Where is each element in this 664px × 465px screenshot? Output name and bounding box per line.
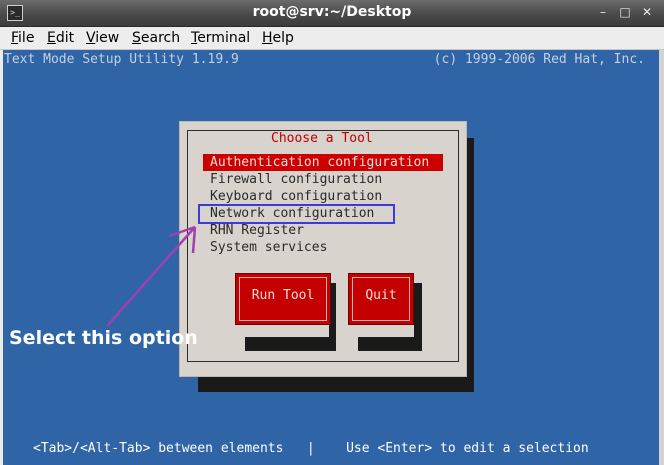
minimize-icon[interactable]: –: [595, 4, 611, 20]
arrow-head-left: [191, 226, 197, 254]
window-title: root@srv:~/Desktop: [252, 4, 412, 20]
menu-help-mnemonic: H: [262, 30, 273, 46]
menu-search-label: earch: [140, 30, 181, 46]
menu-file-label: ile: [18, 30, 35, 46]
terminal-scrollbar[interactable]: [659, 50, 664, 465]
menu-bar: File Edit View Search Terminal Help: [0, 27, 664, 50]
arrow-shaft: [106, 226, 196, 327]
menu-terminal-label: erminal: [197, 30, 251, 46]
annotation-label: Select this option: [9, 327, 198, 349]
close-icon[interactable]: ✕: [639, 4, 655, 20]
menu-file[interactable]: File: [11, 30, 34, 46]
menu-edit-mnemonic: E: [47, 30, 56, 46]
menu-view-label: iew: [95, 30, 120, 46]
menu-search-mnemonic: S: [132, 30, 141, 46]
menu-help[interactable]: Help: [262, 30, 294, 46]
annotation-arrow-icon: [106, 225, 197, 327]
menu-view[interactable]: View: [86, 30, 119, 46]
menu-help-label: elp: [272, 30, 294, 46]
menu-edit-label: dit: [55, 30, 75, 46]
menu-edit[interactable]: Edit: [47, 30, 74, 46]
terminal-window: >_ root@srv:~/Desktop – □ ✕ File Edit Vi…: [0, 0, 664, 465]
key-hint-footer: <Tab>/<Alt-Tab> between elements | Use <…: [33, 441, 589, 456]
menu-search[interactable]: Search: [132, 30, 180, 46]
menu-file-mnemonic: F: [11, 30, 19, 46]
terminal-area[interactable]: Text Mode Setup Utility 1.19.9 (c) 1999-…: [3, 50, 659, 465]
menu-terminal[interactable]: Terminal: [191, 30, 250, 46]
menu-view-mnemonic: V: [86, 30, 96, 46]
title-bar[interactable]: >_ root@srv:~/Desktop – □ ✕: [0, 0, 664, 27]
maximize-icon[interactable]: □: [617, 4, 633, 20]
